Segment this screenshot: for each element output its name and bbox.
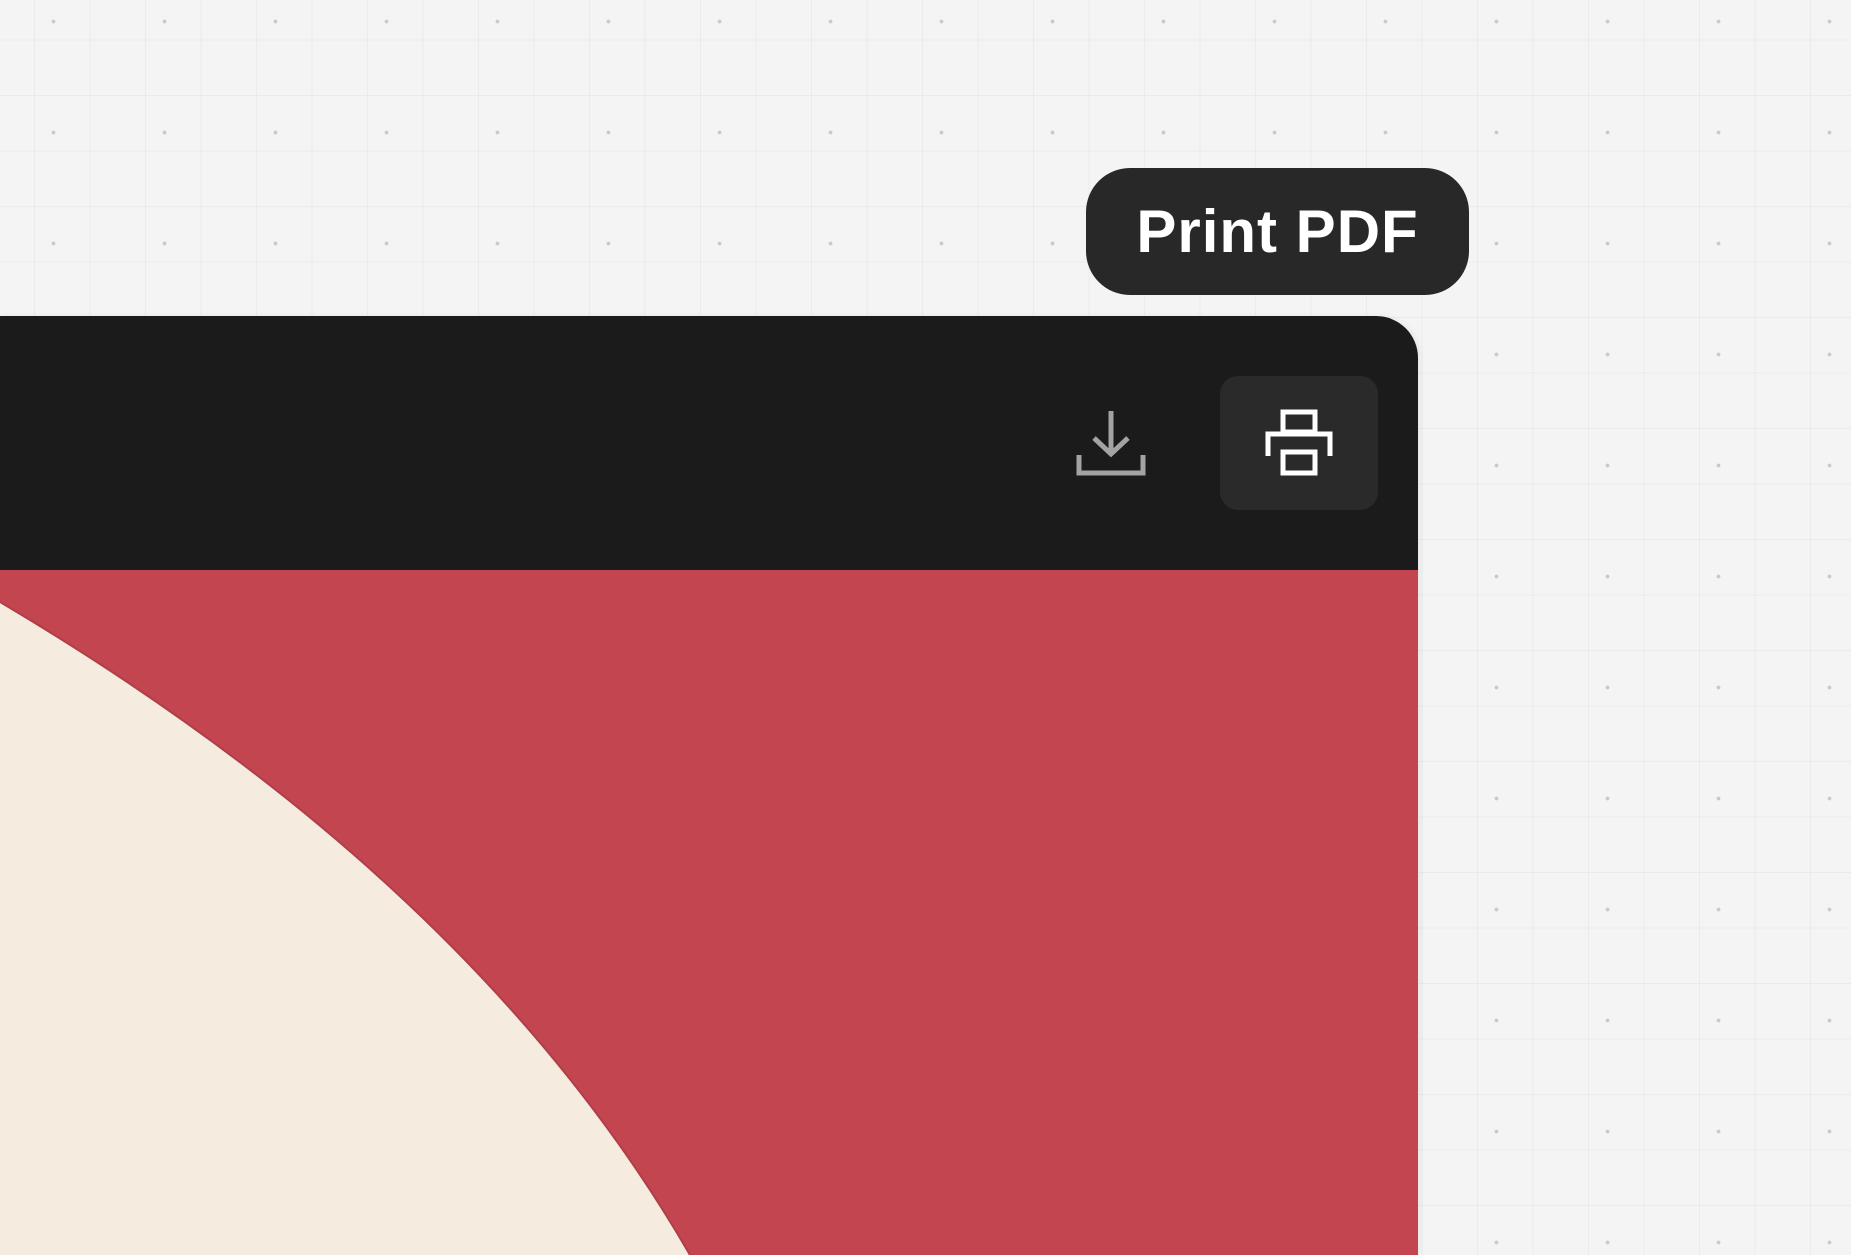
print-pdf-tooltip: Print PDF <box>1086 168 1469 295</box>
tooltip-label: Print PDF <box>1136 198 1419 265</box>
page-artwork <box>0 601 691 1255</box>
pdf-viewer <box>0 316 1418 1255</box>
download-icon <box>1076 411 1146 476</box>
printer-icon <box>1265 409 1333 476</box>
print-button[interactable] <box>1220 376 1378 510</box>
pdf-page-preview <box>0 570 1418 1255</box>
viewer-toolbar <box>0 316 1418 570</box>
download-button[interactable] <box>1032 376 1190 510</box>
